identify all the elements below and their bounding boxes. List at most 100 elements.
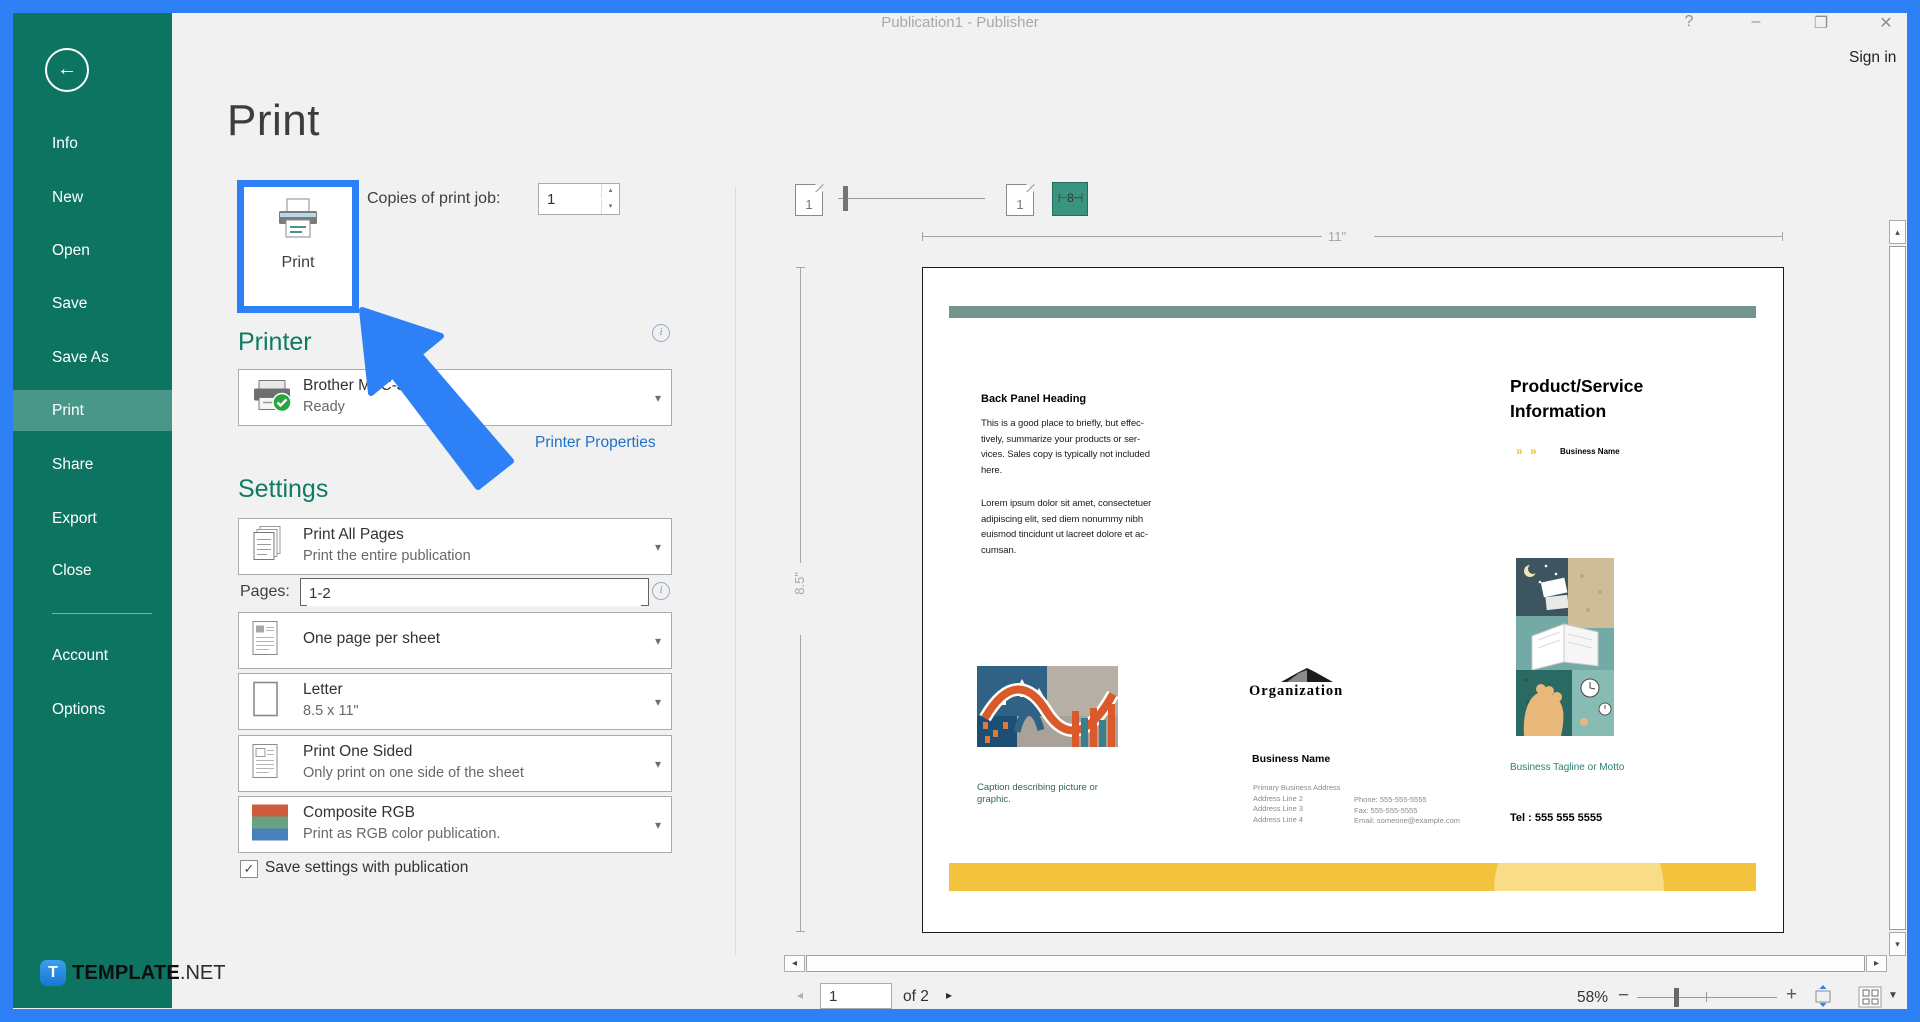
sidebar-item-save-as[interactable]: Save As bbox=[52, 344, 109, 372]
sides-dropdown[interactable]: Print One Sided Only print on one side o… bbox=[238, 735, 672, 792]
h-scrollbar-thumb[interactable] bbox=[806, 955, 1865, 972]
scroll-down-icon[interactable]: ▾ bbox=[1889, 932, 1906, 956]
brochure-tagline: Business Tagline or Motto bbox=[1510, 762, 1624, 773]
multi-sheet-icon[interactable]: 1 bbox=[1006, 184, 1034, 216]
print-preview-page[interactable]: Back Panel Heading This is a good place … bbox=[922, 267, 1784, 933]
zoom-out-icon[interactable]: − bbox=[1618, 985, 1629, 1007]
printer-properties-link[interactable]: Printer Properties bbox=[535, 434, 656, 452]
text-line: Address Line 3 bbox=[1253, 804, 1341, 815]
brochure-yellow-bar bbox=[949, 863, 1756, 891]
restore-icon[interactable]: ❐ bbox=[1808, 13, 1834, 33]
copies-input[interactable] bbox=[539, 184, 607, 214]
chevron-down-icon: ▾ bbox=[655, 695, 661, 709]
zoom-slider-handle[interactable] bbox=[1674, 988, 1679, 1007]
sidebar-item-new[interactable]: New bbox=[52, 184, 83, 212]
prev-page-icon[interactable]: ◂ bbox=[797, 988, 803, 1002]
sidebar-item-export[interactable]: Export bbox=[52, 505, 97, 533]
sheets-slider-handle[interactable] bbox=[843, 186, 848, 211]
text-line: adipiscing elit, sed diem nonummy nibh bbox=[981, 512, 1151, 528]
brochure-front-heading: Product/Service Information bbox=[1510, 374, 1643, 424]
print-range-subtitle: Print the entire publication bbox=[303, 548, 471, 564]
scroll-up-icon[interactable]: ▴ bbox=[1889, 220, 1906, 244]
printer-ready-icon bbox=[251, 378, 293, 417]
sidebar-item-open[interactable]: Open bbox=[52, 237, 90, 265]
brochure-organization: Organization bbox=[1249, 683, 1379, 700]
text-line: This is a good place to briefly, but eff… bbox=[981, 416, 1150, 432]
copies-stepper[interactable]: ▴ ▾ bbox=[538, 183, 620, 215]
close-icon[interactable]: ✕ bbox=[1873, 13, 1899, 33]
sign-in-link[interactable]: Sign in bbox=[1849, 49, 1896, 67]
sides-subtitle: Only print on one side of the sheet bbox=[303, 765, 524, 781]
watermark-name: TEMPLATE bbox=[72, 962, 180, 984]
pages-info-icon[interactable]: i bbox=[652, 582, 670, 600]
letter-page-icon bbox=[251, 681, 279, 722]
chevron-down-icon: ▾ bbox=[655, 757, 661, 771]
v-dim-label: 8.5" bbox=[792, 572, 807, 595]
color-model-dropdown[interactable]: Composite RGB Print as RGB color publica… bbox=[238, 796, 672, 853]
pages-input-box[interactable] bbox=[300, 578, 649, 606]
pages-label: Pages: bbox=[240, 583, 290, 601]
chevron-down-icon: ▾ bbox=[655, 540, 661, 554]
chevrons-icon: » » bbox=[1516, 444, 1539, 458]
scroll-right-icon[interactable]: ▸ bbox=[1866, 955, 1887, 972]
page-number-box[interactable] bbox=[820, 983, 892, 1009]
sidebar-item-info[interactable]: Info bbox=[52, 130, 78, 158]
text-line: graphic. bbox=[977, 794, 1098, 806]
save-settings-checkbox[interactable]: ✓ bbox=[240, 860, 258, 878]
pane-divider bbox=[735, 188, 736, 955]
color-model-title: Composite RGB bbox=[303, 804, 415, 822]
fit-page-icon[interactable] bbox=[1812, 985, 1834, 1007]
printer-dropdown[interactable]: Brother MFC-J2 Ready ▾ bbox=[238, 369, 672, 426]
page-number-input[interactable] bbox=[827, 985, 889, 1008]
minimize-icon[interactable]: – bbox=[1743, 13, 1769, 31]
back-button[interactable]: ← bbox=[45, 48, 89, 92]
pages-per-sheet-title: One page per sheet bbox=[303, 630, 440, 648]
spin-up-icon[interactable]: ▴ bbox=[601, 184, 619, 198]
help-icon[interactable]: ? bbox=[1676, 13, 1702, 31]
zoom-in-icon[interactable]: + bbox=[1786, 984, 1797, 1006]
text-line: Primary Business Address bbox=[1253, 783, 1341, 794]
zoom-percent[interactable]: 58% bbox=[1577, 989, 1608, 1007]
sheet-icon-number: 1 bbox=[1007, 197, 1033, 212]
sidebar-divider bbox=[52, 613, 152, 614]
paper-size-subtitle: 8.5 x 11" bbox=[303, 703, 359, 719]
yellow-bar-circle bbox=[1494, 863, 1664, 891]
sidebar-item-share[interactable]: Share bbox=[52, 451, 93, 479]
organization-logo-icon bbox=[1281, 667, 1333, 683]
print-button[interactable]: Print bbox=[244, 197, 352, 272]
settings-heading: Settings bbox=[238, 475, 328, 504]
single-sheet-icon[interactable]: 1 bbox=[795, 184, 823, 216]
print-range-dropdown[interactable]: Print All Pages Print the entire publica… bbox=[238, 518, 672, 575]
zoom-slider-track[interactable] bbox=[1637, 997, 1777, 998]
horizontal-scrollbar[interactable]: ◂ ▸ bbox=[784, 955, 1887, 972]
pages-input[interactable] bbox=[307, 580, 641, 606]
brochure-contact-block: Phone: 555-555-5555 Fax: 555-555-5555 Em… bbox=[1354, 795, 1460, 827]
sides-title: Print One Sided bbox=[303, 743, 412, 761]
sidebar-item-account[interactable]: Account bbox=[52, 642, 108, 670]
sidebar-item-save[interactable]: Save bbox=[52, 290, 87, 318]
text-line: Product/Service bbox=[1510, 374, 1643, 399]
v-scrollbar-thumb[interactable] bbox=[1889, 246, 1906, 930]
spin-down-icon[interactable]: ▾ bbox=[601, 200, 619, 214]
printer-info-icon[interactable]: i bbox=[652, 324, 670, 342]
page-layout-view-icon[interactable] bbox=[1858, 986, 1882, 1008]
show-measurements-button[interactable]: ⊢8⊣ bbox=[1052, 182, 1088, 216]
brochure-caption: Caption describing picture or graphic. bbox=[977, 782, 1098, 806]
sidebar-item-close[interactable]: Close bbox=[52, 557, 92, 585]
view-options-caret-icon[interactable]: ▼ bbox=[1888, 990, 1898, 1001]
sidebar-item-print[interactable]: Print bbox=[52, 397, 84, 425]
pages-per-sheet-dropdown[interactable]: One page per sheet ▾ bbox=[238, 612, 672, 669]
brochure-paragraph: Lorem ipsum dolor sit amet, consectetuer… bbox=[981, 496, 1151, 558]
v-dim-line bbox=[800, 267, 801, 563]
paper-size-dropdown[interactable]: Letter 8.5 x 11" ▾ bbox=[238, 673, 672, 730]
scroll-left-icon[interactable]: ◂ bbox=[784, 955, 805, 972]
text-line: vices. Sales copy is typically not inclu… bbox=[981, 447, 1150, 463]
next-page-icon[interactable]: ▸ bbox=[946, 988, 952, 1002]
vertical-scrollbar[interactable]: ▴ ▾ bbox=[1889, 220, 1906, 956]
paper-size-title: Letter bbox=[303, 681, 343, 699]
text-line: Fax: 555-555-5555 bbox=[1354, 806, 1460, 817]
print-button-label: Print bbox=[244, 254, 352, 272]
sidebar-item-options[interactable]: Options bbox=[52, 696, 105, 724]
text-line: here. bbox=[981, 463, 1150, 479]
sheets-slider-track[interactable] bbox=[838, 198, 985, 199]
